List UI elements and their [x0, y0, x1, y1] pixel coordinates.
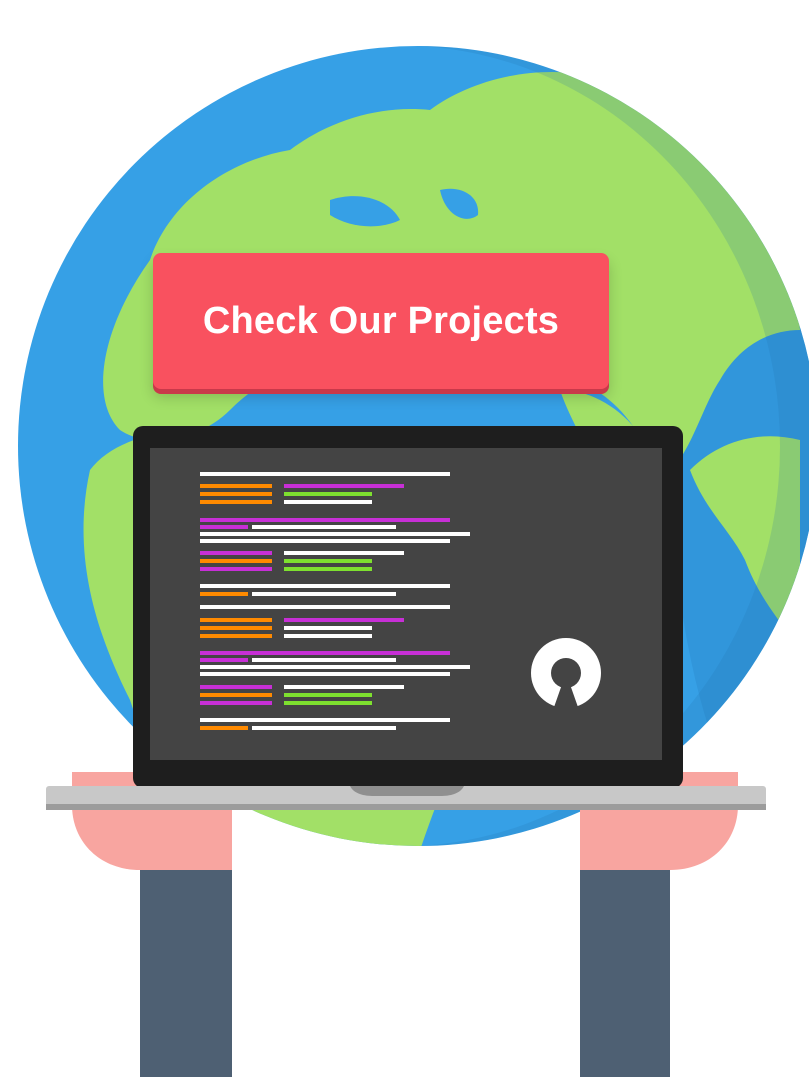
left-arm: [140, 840, 232, 1077]
laptop-base: [46, 786, 766, 810]
right-arm: [580, 840, 670, 1077]
illustration-scene: [18, 46, 809, 1077]
laptop: [133, 426, 683, 788]
check-our-projects-button[interactable]: Check Our Projects: [153, 253, 609, 389]
